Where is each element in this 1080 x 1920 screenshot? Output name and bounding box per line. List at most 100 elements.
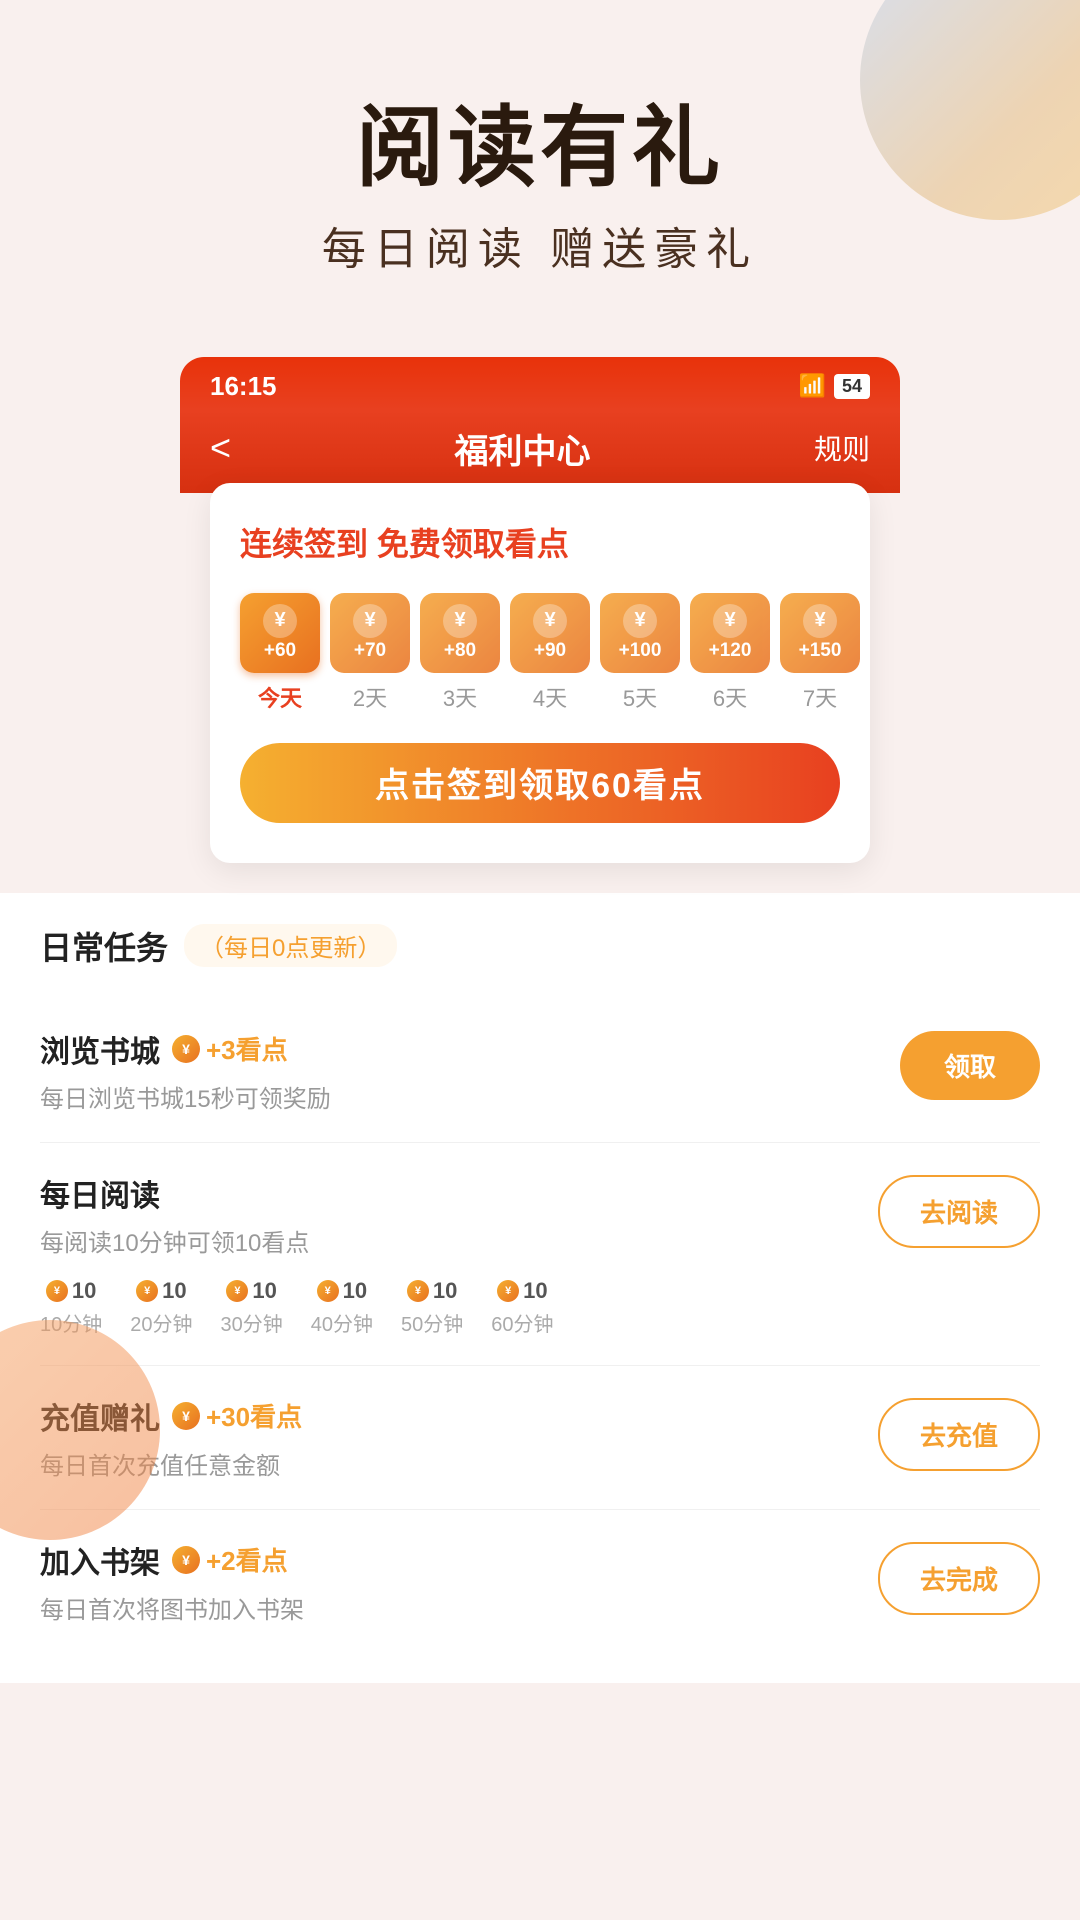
battery-badge: 54	[834, 374, 870, 399]
reward-text: +30看点	[206, 1397, 302, 1434]
day-coin: ¥ +90	[510, 593, 590, 673]
checkin-day-item: ¥ +100 5天	[600, 593, 680, 713]
day-label: 6天	[713, 681, 747, 713]
coin-yuan-symbol: ¥	[353, 604, 387, 638]
task-reward: ¥ +2看点	[172, 1541, 288, 1578]
checkin-day-item: ¥ +120 6天	[690, 593, 770, 713]
mini-amount: 10	[252, 1278, 276, 1304]
hero-subtitle: 每日阅读 赠送豪礼	[60, 213, 1020, 277]
progress-coin-badge: ¥ 10	[226, 1278, 276, 1304]
hero-section: 阅读有礼 每日阅读 赠送豪礼	[0, 0, 1080, 317]
day-label: 7天	[803, 681, 837, 713]
task-row: 每日阅读 每阅读10分钟可领10看点 去阅读	[40, 1171, 1040, 1258]
progress-coin-item: ¥ 10 50分钟	[401, 1278, 463, 1337]
task-item: 每日阅读 每阅读10分钟可领10看点 去阅读 ¥ 10 10分钟 ¥	[40, 1143, 1040, 1366]
day-coin: ¥ +60	[240, 593, 320, 673]
tasks-update: （每日0点更新）	[184, 924, 397, 967]
reward-text: +2看点	[206, 1541, 288, 1578]
status-icons: 📶 54	[799, 373, 870, 399]
progress-coin-item: ¥ 10 20分钟	[130, 1278, 192, 1337]
task-item: 充值赠礼 ¥ +30看点 每日首次充值任意金额 去充值	[40, 1366, 1040, 1510]
progress-time: 50分钟	[401, 1308, 463, 1337]
task-desc: 每日浏览书城15秒可领奖励	[40, 1079, 900, 1114]
mini-coin: ¥	[317, 1280, 339, 1302]
task-left: 充值赠礼 ¥ +30看点 每日首次充值任意金额	[40, 1394, 878, 1481]
mini-amount: 10	[523, 1278, 547, 1304]
task-name-row: 浏览书城 ¥ +3看点	[40, 1027, 900, 1071]
task-reward: ¥ +30看点	[172, 1397, 302, 1434]
progress-coin-badge: ¥ 10	[317, 1278, 367, 1304]
task-action-button[interactable]: 领取	[900, 1031, 1040, 1100]
progress-coin-badge: ¥ 10	[136, 1278, 186, 1304]
coin-amount: +80	[444, 640, 476, 662]
status-time: 16:15	[210, 371, 277, 402]
nav-rule-button[interactable]: 规则	[814, 428, 870, 468]
coin-amount: +90	[534, 640, 566, 662]
back-button[interactable]: <	[210, 427, 231, 469]
mini-amount: 10	[343, 1278, 367, 1304]
task-row: 充值赠礼 ¥ +30看点 每日首次充值任意金额 去充值	[40, 1394, 1040, 1481]
task-desc: 每日首次将图书加入书架	[40, 1590, 878, 1625]
progress-coin-badge: ¥ 10	[407, 1278, 457, 1304]
task-name: 浏览书城	[40, 1027, 160, 1071]
checkin-day-item: ¥ +150 7天	[780, 593, 860, 713]
task-name-row: 充值赠礼 ¥ +30看点	[40, 1394, 878, 1438]
progress-coins: ¥ 10 10分钟 ¥ 10 20分钟 ¥ 10	[40, 1278, 1040, 1337]
checkin-button[interactable]: 点击签到领取60看点	[240, 743, 840, 823]
coin-amount: +70	[354, 640, 386, 662]
tasks-title: 日常任务	[40, 923, 168, 969]
day-coin: ¥ +70	[330, 593, 410, 673]
day-label: 2天	[353, 681, 387, 713]
mini-amount: 10	[162, 1278, 186, 1304]
progress-coin-item: ¥ 10 40分钟	[311, 1278, 373, 1337]
mini-coin: ¥	[46, 1280, 68, 1302]
nav-title: 福利中心	[455, 424, 591, 473]
coin-amount: +60	[264, 640, 296, 662]
hero-title: 阅读有礼	[60, 100, 1020, 197]
progress-coin-item: ¥ 10 30分钟	[221, 1278, 283, 1337]
progress-coin-badge: ¥ 10	[497, 1278, 547, 1304]
tasks-header: 日常任务 （每日0点更新）	[40, 923, 1040, 969]
checkin-card: 连续签到 免费领取看点 ¥ +60 今天 ¥ +70 2天 ¥ +80 3天 ¥…	[210, 483, 870, 863]
coin-yuan-symbol: ¥	[443, 604, 477, 638]
day-coin: ¥ +120	[690, 593, 770, 673]
reward-text: +3看点	[206, 1030, 288, 1067]
reward-coin-icon: ¥	[172, 1546, 200, 1574]
mini-amount: 10	[433, 1278, 457, 1304]
task-action-button[interactable]: 去阅读	[878, 1175, 1040, 1248]
coin-yuan-symbol: ¥	[533, 604, 567, 638]
progress-time: 20分钟	[130, 1308, 192, 1337]
checkin-title: 连续签到 免费领取看点	[240, 519, 840, 565]
mini-coin: ¥	[136, 1280, 158, 1302]
task-action-button[interactable]: 去完成	[878, 1542, 1040, 1615]
task-desc: 每日首次充值任意金额	[40, 1446, 878, 1481]
task-row: 浏览书城 ¥ +3看点 每日浏览书城15秒可领奖励 领取	[40, 1027, 1040, 1114]
coin-amount: +100	[619, 640, 662, 662]
reward-coin-icon: ¥	[172, 1035, 200, 1063]
task-desc: 每阅读10分钟可领10看点	[40, 1223, 878, 1258]
progress-time: 40分钟	[311, 1308, 373, 1337]
mini-coin: ¥	[407, 1280, 429, 1302]
tasks-list: 浏览书城 ¥ +3看点 每日浏览书城15秒可领奖励 领取 每日阅读 每阅读10分…	[40, 999, 1040, 1653]
task-item: 浏览书城 ¥ +3看点 每日浏览书城15秒可领奖励 领取	[40, 999, 1040, 1143]
task-left: 浏览书城 ¥ +3看点 每日浏览书城15秒可领奖励	[40, 1027, 900, 1114]
task-name: 加入书架	[40, 1538, 160, 1582]
phone-mockup: 16:15 📶 54 < 福利中心 规则 连续签到 免费领取看点 ¥ +60 今…	[180, 357, 900, 873]
mini-coin: ¥	[497, 1280, 519, 1302]
day-coin: ¥ +80	[420, 593, 500, 673]
task-name-row: 每日阅读	[40, 1171, 878, 1215]
task-left: 每日阅读 每阅读10分钟可领10看点	[40, 1171, 878, 1258]
coin-yuan-symbol: ¥	[713, 604, 747, 638]
checkin-days: ¥ +60 今天 ¥ +70 2天 ¥ +80 3天 ¥ +90 4天 ¥ +1…	[240, 593, 840, 713]
task-action-button[interactable]: 去充值	[878, 1398, 1040, 1471]
task-item: 加入书架 ¥ +2看点 每日首次将图书加入书架 去完成	[40, 1510, 1040, 1653]
status-bar: 16:15 📶 54	[180, 357, 900, 410]
day-coin: ¥ +150	[780, 593, 860, 673]
tasks-section: 日常任务 （每日0点更新） 浏览书城 ¥ +3看点 每日浏览书城15秒可领奖励 …	[0, 893, 1080, 1683]
reward-coin-icon: ¥	[172, 1402, 200, 1430]
task-row: 加入书架 ¥ +2看点 每日首次将图书加入书架 去完成	[40, 1538, 1040, 1625]
task-reward: ¥ +3看点	[172, 1030, 288, 1067]
coin-amount: +120	[709, 640, 752, 662]
coin-yuan-symbol: ¥	[623, 604, 657, 638]
day-label: 3天	[443, 681, 477, 713]
